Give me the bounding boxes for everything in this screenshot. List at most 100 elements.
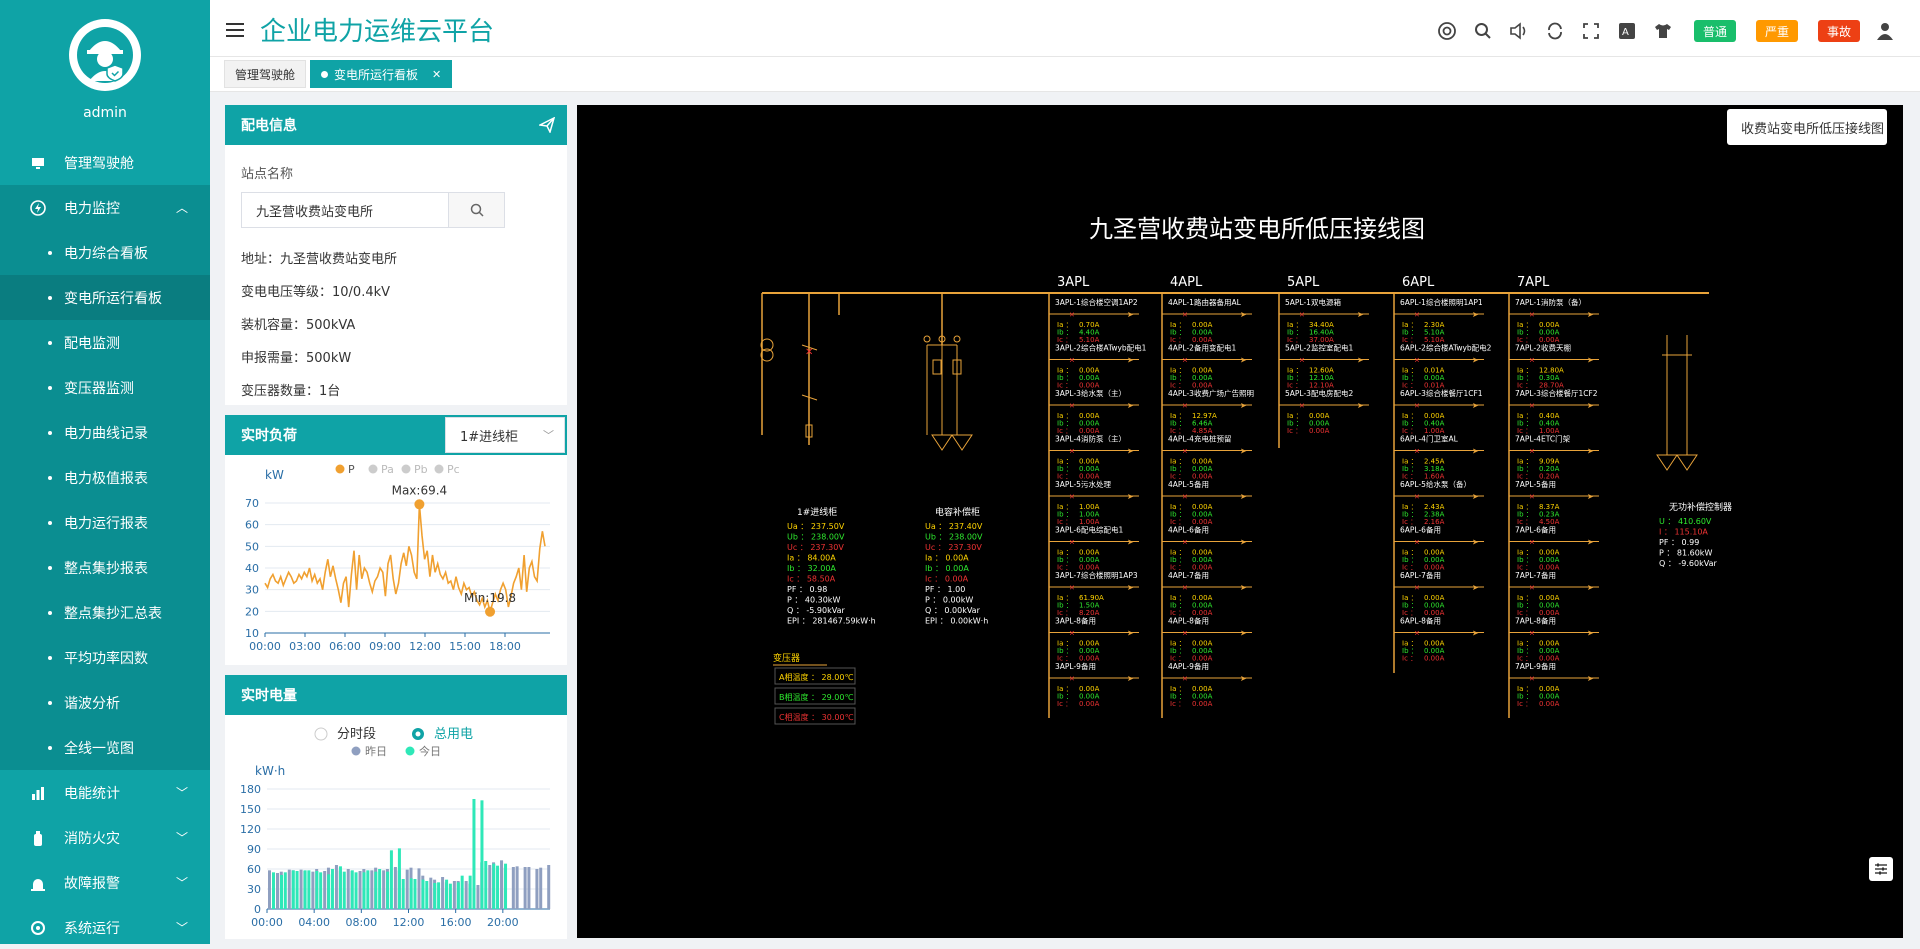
feeder-arrow: ➤ bbox=[1472, 583, 1479, 592]
alarm-accident-badge[interactable]: 事故 bbox=[1817, 20, 1860, 42]
search-icon[interactable] bbox=[1472, 20, 1494, 42]
menu-energy[interactable]: 电能统计 ﹀ bbox=[0, 770, 210, 815]
capacitor-row: Uc ： 237.30V bbox=[925, 543, 982, 552]
info-transformers: 变压器数量：1台 bbox=[241, 384, 341, 399]
menu-fire[interactable]: 消防火灾 ﹀ bbox=[0, 815, 210, 860]
fullscreen-icon[interactable] bbox=[1580, 20, 1602, 42]
feeder-breaker: ✕ bbox=[1069, 493, 1075, 501]
send-icon[interactable] bbox=[537, 116, 556, 137]
feeder-arrow: ➤ bbox=[1127, 356, 1134, 365]
hamburger-icon[interactable] bbox=[226, 22, 244, 37]
translate-icon[interactable]: A bbox=[1616, 20, 1638, 42]
bar-yesterday bbox=[405, 869, 409, 909]
bar-today bbox=[283, 872, 287, 909]
bar-yesterday bbox=[417, 868, 421, 909]
volume-icon[interactable] bbox=[1508, 20, 1530, 42]
load-cabinet-select[interactable]: 1#进线柜 ﹀ bbox=[445, 417, 565, 453]
submenu-item[interactable]: 变压器监测 bbox=[0, 365, 210, 410]
feeder-breaker: ✕ bbox=[1414, 402, 1420, 410]
feeder-name: 4APL-8备用 bbox=[1168, 616, 1209, 626]
submenu-item[interactable]: 电力极值报表 bbox=[0, 455, 210, 500]
feeder-name: 4APL-6备用 bbox=[1168, 525, 1209, 535]
y-tick-label: 20 bbox=[245, 605, 259, 618]
menu-cockpit[interactable]: 管理驾驶舱 bbox=[0, 140, 210, 185]
feeder-breaker: ✕ bbox=[1069, 357, 1075, 365]
feeder-breaker: ✕ bbox=[1414, 539, 1420, 547]
bar-chart-icon bbox=[30, 785, 46, 801]
bar-yesterday bbox=[311, 871, 315, 909]
bar-today bbox=[460, 875, 464, 909]
chevron-up-icon: ︿ bbox=[175, 201, 188, 215]
bar-yesterday bbox=[535, 869, 539, 909]
bar-today bbox=[480, 800, 484, 909]
submenu-item[interactable]: 整点集抄报表 bbox=[0, 545, 210, 590]
bar-today bbox=[448, 883, 452, 909]
help-lifebuoy-icon[interactable] bbox=[1436, 20, 1458, 42]
bar-yesterday bbox=[268, 870, 271, 909]
incoming-row: EPI ： 281467.59kW·h bbox=[787, 617, 876, 626]
tab-cockpit[interactable]: 管理驾驶舱 bbox=[224, 60, 307, 88]
settings-sliders-icon[interactable] bbox=[1869, 857, 1893, 881]
submenu-item[interactable]: 电力综合看板 bbox=[0, 230, 210, 275]
panel-label: 4APL bbox=[1170, 275, 1203, 290]
submenu-item[interactable]: 整点集抄汇总表 bbox=[0, 590, 210, 635]
submenu-item-active[interactable]: 变电所运行看板 bbox=[0, 275, 210, 320]
menu-system[interactable]: 系统运行 ﹀ bbox=[0, 905, 210, 944]
feeder-breaker: ✕ bbox=[1299, 311, 1305, 319]
capacitor-row: EPI ： 0.00kW·h bbox=[925, 617, 988, 626]
feeder-current-value: 0.00A bbox=[1192, 700, 1213, 708]
theme-shirt-icon[interactable] bbox=[1652, 20, 1674, 42]
submenu-item[interactable]: 电力运行报表 bbox=[0, 500, 210, 545]
close-icon[interactable]: ✕ bbox=[432, 68, 441, 81]
x-tick-label: 04:00 bbox=[298, 916, 330, 929]
feeder-arrow: ➤ bbox=[1240, 629, 1247, 638]
avatar[interactable] bbox=[69, 19, 141, 91]
feeder-name: 3APL-5污水处理 bbox=[1055, 479, 1111, 489]
station-search-button[interactable] bbox=[448, 193, 504, 227]
submenu-item[interactable]: 平均功率因数 bbox=[0, 635, 210, 680]
alarm-normal-badge[interactable]: 普通 bbox=[1693, 20, 1736, 42]
feeder-breaker: ✕ bbox=[1529, 311, 1535, 319]
submenu-item[interactable]: 电力曲线记录 bbox=[0, 410, 210, 455]
min-label: Min:19.8 bbox=[464, 591, 516, 605]
energy-bar-chart: 分时段 总用电昨日 今日 kW·h 180 150 120 90 60 30 000:00 04:00… bbox=[240, 727, 551, 929]
bar-today bbox=[484, 861, 488, 909]
feeder-name: 6APL-8备用 bbox=[1400, 616, 1441, 626]
alarm-serious-badge[interactable]: 严重 bbox=[1755, 20, 1798, 42]
feeder-name: 3APL-3给水泵（主） bbox=[1055, 388, 1126, 398]
menu-power-monitor[interactable]: 电力监控 ︿ bbox=[0, 185, 210, 230]
bar-yesterday bbox=[358, 871, 362, 909]
bar-yesterday bbox=[464, 881, 468, 909]
feeder-breaker: ✕ bbox=[1069, 311, 1075, 319]
user-icon[interactable] bbox=[1874, 20, 1896, 42]
legend-label: 今日 bbox=[419, 744, 441, 758]
capacitor-title: 电容补偿柜 bbox=[935, 506, 980, 518]
feeder-breaker: ✕ bbox=[1414, 493, 1420, 501]
feeder-current-label: Ic ： bbox=[1402, 655, 1417, 663]
feeder-arrow: ➤ bbox=[1240, 674, 1247, 683]
reactive-row: Q ： -9.60kVar bbox=[1659, 559, 1717, 568]
feeder-arrow: ➤ bbox=[1587, 629, 1594, 638]
bar-today bbox=[315, 871, 319, 909]
feeder-arrow: ➤ bbox=[1357, 310, 1364, 319]
refresh-icon[interactable] bbox=[1544, 20, 1566, 42]
user-profile: admin bbox=[0, 0, 210, 140]
power-icon bbox=[30, 199, 46, 216]
submenu-item[interactable]: 全线一览图 bbox=[0, 725, 210, 770]
tab-substation-board[interactable]: 变电所运行看板 ✕ bbox=[310, 60, 453, 88]
capacitor-row: Ia ： 0.00A bbox=[925, 554, 969, 563]
bar-today bbox=[330, 869, 334, 909]
feeder-breaker: ✕ bbox=[1414, 584, 1420, 592]
submenu-item[interactable]: 配电监测 bbox=[0, 320, 210, 365]
menu-fault[interactable]: 故障报警 ﹀ bbox=[0, 860, 210, 905]
submenu-item[interactable]: 谐波分析 bbox=[0, 680, 210, 725]
station-name-input[interactable] bbox=[242, 193, 448, 227]
feeder-breaker: ✕ bbox=[1529, 402, 1535, 410]
feeder-name: 6APL-7备用 bbox=[1400, 570, 1441, 580]
info-capacity: 装机容量：500kVA bbox=[241, 318, 356, 333]
legend-marker bbox=[405, 746, 415, 756]
diagram-select[interactable]: 收费站变电所低压接线图 ﹀ bbox=[1727, 109, 1887, 145]
feeder-breaker: ✕ bbox=[1529, 675, 1535, 683]
radio-total-dot bbox=[415, 731, 421, 737]
system-icon bbox=[30, 920, 46, 936]
